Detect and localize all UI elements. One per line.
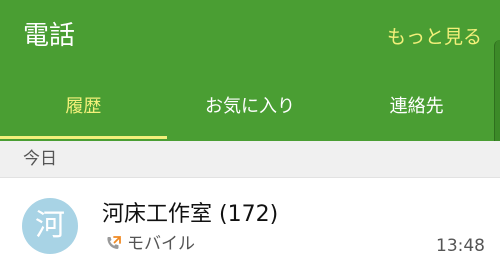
app-title: 電話 [23, 21, 76, 51]
call-type-label: モバイル [127, 234, 195, 254]
contact-name: 河床工作室 (172) [102, 202, 279, 227]
tab-active-indicator [0, 136, 167, 139]
avatar: 河 [22, 198, 78, 254]
tab-contacts-label: 連絡先 [389, 96, 444, 117]
outgoing-call-icon [107, 236, 121, 249]
tab-history[interactable]: 履歴 [0, 84, 167, 141]
tab-bar: 履歴 お気に入り 連絡先 [0, 84, 500, 141]
tab-history-label: 履歴 [65, 96, 102, 117]
app-bar: 電話 もっと見る 履歴 お気に入り 連絡先 [0, 0, 500, 150]
tab-contacts[interactable]: 連絡先 [333, 84, 500, 141]
tab-favorites[interactable]: お気に入り [167, 84, 334, 141]
section-header-today: 今日 [0, 141, 500, 178]
tab-favorites-label: お気に入り [205, 96, 295, 117]
call-time: 13:48 [436, 236, 485, 256]
section-header-label: 今日 [23, 149, 57, 169]
call-log-item[interactable]: 河 河床工作室 (172) モバイル 13:48 [0, 178, 500, 271]
call-type-row: モバイル [104, 233, 195, 255]
more-button[interactable]: もっと見る [387, 24, 482, 50]
